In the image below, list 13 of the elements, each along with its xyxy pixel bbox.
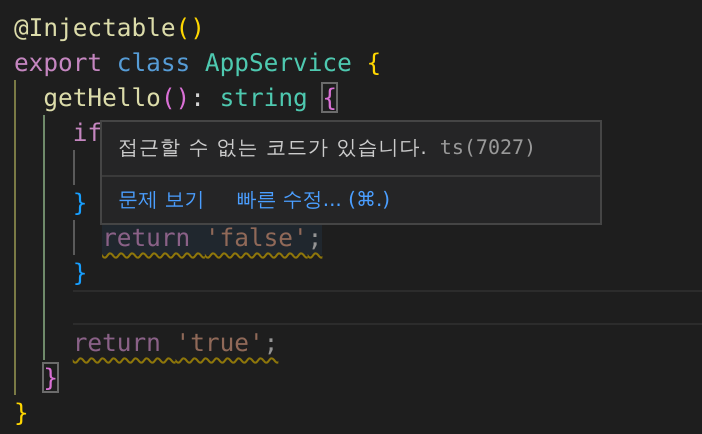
- code-line: }: [72, 257, 88, 289]
- error-message: 접근할 수 없는 코드가 있습니다.: [118, 134, 428, 161]
- code-line: return 'true';: [72, 327, 278, 359]
- code-line: getHello(): string {: [43, 82, 338, 114]
- code-line: export class AppService {: [14, 47, 382, 79]
- error-code: ts(7027): [440, 135, 536, 159]
- code-line: }: [72, 187, 88, 219]
- code-line: }: [43, 362, 58, 394]
- code-line: if: [72, 117, 102, 149]
- action-link[interactable]: 문제 보기: [118, 186, 204, 213]
- code-line: @Injectable(): [14, 12, 205, 44]
- action-link[interactable]: 빠른 수정... (⌘.): [236, 186, 390, 213]
- code-line: }: [14, 397, 29, 429]
